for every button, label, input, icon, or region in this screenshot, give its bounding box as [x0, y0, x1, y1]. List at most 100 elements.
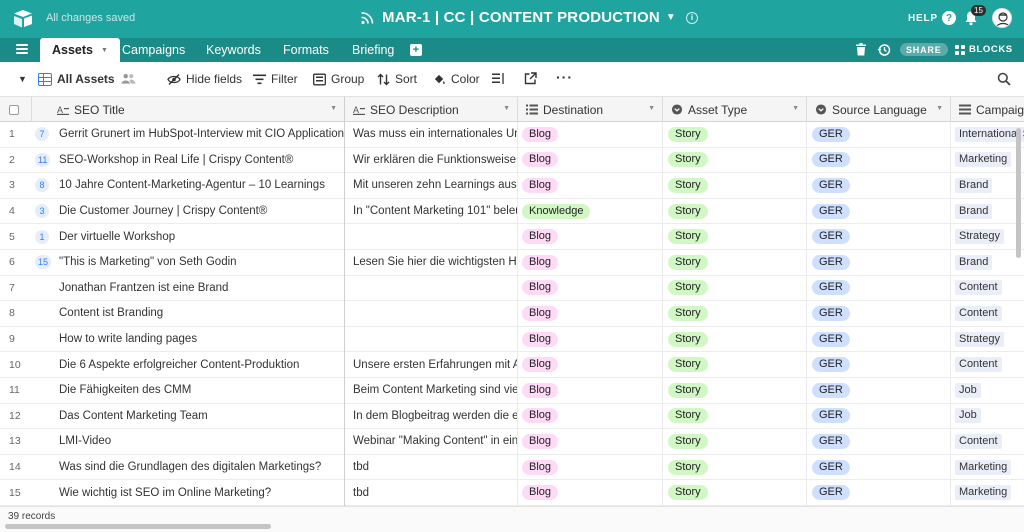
cell-source-language[interactable]: GER	[807, 275, 951, 301]
cell-source-language[interactable]: GER	[807, 378, 951, 403]
checkbox[interactable]	[9, 104, 19, 115]
table-row[interactable]: 13 LMI-Video Webinar "Making Content" in e…	[0, 429, 1024, 455]
cell-destination[interactable]: Blog	[518, 352, 663, 377]
cell-asset-type[interactable]: Story	[663, 224, 807, 249]
cell-seo-title[interactable]: 10 Jahre Content-Marketing-Agentur – 10 …	[56, 173, 345, 198]
cell-source-language[interactable]: GER	[807, 198, 951, 224]
column-header-source-language[interactable]: Source Language ▼	[807, 97, 951, 122]
cell-seo-description[interactable]	[345, 301, 518, 326]
cell-seo-description[interactable]: Unsere ersten Erfahrungen mit Ai...	[345, 352, 518, 377]
select-all-checkbox[interactable]	[0, 97, 32, 122]
comment-count-cell[interactable]: 7	[32, 122, 56, 147]
cell-source-language[interactable]: GER	[807, 352, 951, 377]
cell-campaigns[interactable]: Marketing	[951, 148, 1024, 173]
comment-count-cell[interactable]: 3	[32, 199, 56, 224]
table-row[interactable]: 3 8 10 Jahre Content-Marketing-Agentur – 1…	[0, 173, 1024, 199]
cell-source-language[interactable]: GER	[807, 326, 951, 352]
comment-count-badge[interactable]: 11	[35, 152, 51, 167]
table-row[interactable]: 6 15 "This is Marketing" von Seth Godin Les…	[0, 250, 1024, 276]
cell-campaigns[interactable]: Job	[951, 404, 1024, 429]
tab-keywords[interactable]: Keywords	[194, 38, 273, 62]
cell-seo-title[interactable]: Die Customer Journey | Crispy Content®	[56, 198, 345, 224]
cell-seo-title[interactable]: Wie wichtig ist SEO im Online Marketing?	[56, 480, 345, 505]
history-icon[interactable]	[877, 43, 891, 57]
cell-destination[interactable]: Blog	[518, 454, 663, 480]
tab-campaigns[interactable]: Campaigns	[110, 38, 197, 62]
cell-seo-description[interactable]	[345, 326, 518, 352]
column-header-seo-description[interactable]: A SEO Description ▼	[345, 97, 518, 122]
cell-asset-type[interactable]: Story	[663, 250, 807, 275]
cell-seo-title[interactable]: Das Content Marketing Team	[56, 403, 345, 429]
cell-destination[interactable]: Blog	[518, 429, 663, 454]
comment-count-badge[interactable]: 15	[35, 255, 52, 270]
cell-destination[interactable]: Blog	[518, 480, 663, 505]
cell-seo-title[interactable]: Jonathan Frantzen ist eine Brand	[56, 275, 345, 301]
cell-seo-description[interactable]	[345, 224, 518, 249]
cell-destination[interactable]: Knowledge	[518, 198, 663, 224]
view-name[interactable]: All Assets	[38, 72, 115, 86]
cell-source-language[interactable]: GER	[807, 403, 951, 429]
cell-source-language[interactable]: GER	[807, 301, 951, 326]
cell-asset-type[interactable]: Story	[663, 403, 807, 429]
cell-seo-title[interactable]: Die Fähigkeiten des CMM	[56, 378, 345, 403]
column-header-seo-title[interactable]: A SEO Title ▼	[32, 97, 345, 122]
chevron-down-icon[interactable]: ▼	[648, 105, 655, 112]
trash-icon[interactable]	[856, 43, 866, 56]
cell-campaigns[interactable]: Content	[951, 276, 1024, 301]
comment-count-cell[interactable]	[32, 352, 56, 377]
comment-count-badge[interactable]: 1	[35, 229, 49, 244]
cell-source-language[interactable]: GER	[807, 454, 951, 480]
comment-count-badge[interactable]: 7	[35, 127, 49, 142]
cell-source-language[interactable]: GER	[807, 250, 951, 275]
help-icon[interactable]: ?	[942, 11, 956, 25]
cell-asset-type[interactable]: Story	[663, 275, 807, 301]
cell-seo-title[interactable]: Was sind die Grundlagen des digitalen Ma…	[56, 454, 345, 480]
cell-asset-type[interactable]: Story	[663, 352, 807, 377]
cell-source-language[interactable]: GER	[807, 429, 951, 454]
table-row[interactable]: 15 Wie wichtig ist SEO im Online Marketin…	[0, 480, 1024, 506]
cell-destination[interactable]: Blog	[518, 275, 663, 301]
cell-seo-description[interactable]: In dem Blogbeitrag werden die ei...	[345, 403, 518, 429]
comment-count-cell[interactable]: 11	[32, 148, 56, 173]
column-header-campaigns[interactable]: Campaigns	[951, 97, 1024, 122]
chevron-down-icon[interactable]: ▼	[936, 105, 943, 112]
comment-count-badge[interactable]: 8	[35, 178, 49, 193]
cell-seo-description[interactable]: Wir erklären die Funktionsweise v...	[345, 147, 518, 173]
cell-asset-type[interactable]: Story	[663, 173, 807, 198]
comment-count-cell[interactable]	[32, 455, 56, 480]
cell-campaigns[interactable]: Content	[951, 301, 1024, 326]
column-header-asset-type[interactable]: Asset Type ▼	[663, 97, 807, 122]
cell-asset-type[interactable]: Story	[663, 198, 807, 224]
cell-source-language[interactable]: GER	[807, 480, 951, 505]
cell-destination[interactable]: Blog	[518, 224, 663, 249]
menu-icon[interactable]	[16, 44, 28, 54]
cell-seo-description[interactable]: In "Content Marketing 101" beleuc...	[345, 198, 518, 224]
cell-seo-description[interactable]: Lesen Sie hier die wichtigsten Hig...	[345, 250, 518, 275]
cell-seo-title[interactable]: Content ist Branding	[56, 301, 345, 326]
cell-seo-title[interactable]: Der virtuelle Workshop	[56, 224, 345, 249]
cell-seo-title[interactable]: "This is Marketing" von Seth Godin	[56, 250, 345, 275]
share-view-button[interactable]	[524, 72, 537, 85]
cell-source-language[interactable]: GER	[807, 173, 951, 198]
cell-asset-type[interactable]: Story	[663, 429, 807, 454]
cell-destination[interactable]: Blog	[518, 378, 663, 403]
cell-seo-title[interactable]: LMI-Video	[56, 429, 345, 454]
cell-campaigns[interactable]: International S	[951, 122, 1024, 147]
row-height-button[interactable]	[492, 72, 505, 85]
table-row[interactable]: 11 Die Fähigkeiten des CMM Beim Content Ma…	[0, 378, 1024, 404]
cell-asset-type[interactable]: Story	[663, 122, 807, 147]
cell-asset-type[interactable]: Story	[663, 326, 807, 352]
cell-asset-type[interactable]: Story	[663, 378, 807, 403]
search-icon[interactable]	[997, 72, 1011, 86]
sort-button[interactable]: Sort	[377, 72, 417, 86]
column-header-destination[interactable]: Destination ▼	[518, 97, 663, 122]
cell-destination[interactable]: Blog	[518, 122, 663, 147]
cell-seo-description[interactable]: Was muss ein internationales Unt...	[345, 122, 518, 147]
base-title[interactable]: MAR-1 | CC | CONTENT PRODUCTION ▼ i	[360, 9, 699, 26]
cell-destination[interactable]: Blog	[518, 326, 663, 352]
tab-formats[interactable]: Formats	[271, 38, 341, 62]
info-icon[interactable]: i	[686, 11, 699, 24]
cell-asset-type[interactable]: Story	[663, 480, 807, 505]
help-link[interactable]: HELP	[908, 13, 938, 24]
cell-seo-description[interactable]: tbd	[345, 480, 518, 505]
